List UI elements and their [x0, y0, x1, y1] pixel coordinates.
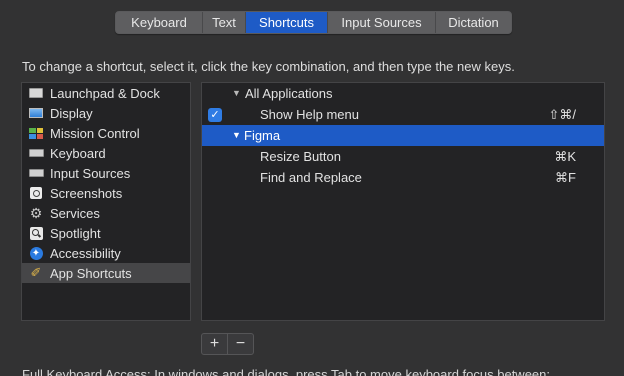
shortcut-label: Resize Button	[260, 149, 341, 164]
category-label: Launchpad & Dock	[50, 85, 160, 101]
shortcut-keys[interactable]: ⇧⌘/	[548, 104, 576, 125]
group-label: All Applications	[245, 86, 333, 101]
add-shortcut-button[interactable]: +	[202, 334, 227, 354]
category-label: Input Sources	[50, 165, 131, 181]
disclosure-triangle-icon[interactable]: ▼	[232, 83, 241, 104]
screenshot-icon	[28, 186, 44, 200]
tab-text[interactable]: Text	[202, 12, 245, 33]
category-item-keyboard[interactable]: Keyboard	[22, 143, 190, 163]
tab-dictation[interactable]: Dictation	[435, 12, 511, 33]
keyboard-preferences-pane: Keyboard Text Shortcuts Input Sources Di…	[0, 0, 624, 376]
enabled-checkbox[interactable]: ✓	[208, 108, 222, 122]
gear-icon: ⚙	[29, 205, 43, 221]
category-item-accessibility[interactable]: ✦ Accessibility	[22, 243, 190, 263]
category-label: Services	[50, 205, 100, 221]
input-sources-icon	[28, 166, 44, 180]
shortcut-row-show-help-menu[interactable]: ✓ Show Help menu ⇧⌘/	[202, 104, 604, 125]
category-list[interactable]: Launchpad & Dock Display Mission Control…	[21, 82, 191, 321]
category-item-screenshots[interactable]: Screenshots	[22, 183, 190, 203]
category-label: Mission Control	[50, 125, 140, 141]
category-item-display[interactable]: Display	[22, 103, 190, 123]
shortcut-group-all-applications[interactable]: ▼ All Applications	[202, 83, 604, 104]
app-shortcuts-icon: ✐	[30, 265, 42, 280]
category-label: Spotlight	[50, 225, 101, 241]
accessibility-icon: ✦	[28, 246, 44, 260]
category-label: Screenshots	[50, 185, 123, 201]
category-item-mission-control[interactable]: Mission Control	[22, 123, 190, 143]
full-keyboard-access-text: Full Keyboard Access: In windows and dia…	[22, 367, 550, 376]
tab-keyboard[interactable]: Keyboard	[116, 12, 202, 33]
category-label: Accessibility	[50, 245, 121, 261]
display-icon	[28, 106, 44, 120]
category-label: App Shortcuts	[50, 265, 132, 281]
keyboard-icon	[28, 146, 44, 160]
shortcut-keys[interactable]: ⌘K	[554, 146, 576, 167]
shortcut-row-find-and-replace[interactable]: Find and Replace ⌘F	[202, 167, 604, 188]
shortcut-label: Show Help menu	[260, 107, 359, 122]
tab-shortcuts[interactable]: Shortcuts	[245, 12, 327, 33]
mission-control-icon	[28, 126, 44, 140]
spotlight-icon	[28, 226, 44, 240]
shortcut-list[interactable]: ▼ All Applications ✓ Show Help menu ⇧⌘/ …	[201, 82, 605, 321]
tab-bar: Keyboard Text Shortcuts Input Sources Di…	[115, 11, 512, 34]
category-label: Keyboard	[50, 145, 106, 161]
category-label: Display	[50, 105, 93, 121]
shortcut-row-resize-button[interactable]: Resize Button ⌘K	[202, 146, 604, 167]
group-label: Figma	[244, 128, 281, 143]
disclosure-triangle-icon[interactable]: ▼	[232, 125, 241, 146]
shortcut-label: Find and Replace	[260, 170, 362, 185]
tab-input-sources[interactable]: Input Sources	[327, 12, 435, 33]
remove-shortcut-button[interactable]: −	[227, 334, 253, 354]
category-item-launchpad-dock[interactable]: Launchpad & Dock	[22, 83, 190, 103]
instruction-text: To change a shortcut, select it, click t…	[22, 59, 515, 74]
shortcut-group-figma[interactable]: ▼ Figma	[202, 125, 604, 146]
category-item-app-shortcuts[interactable]: ✐ App Shortcuts	[22, 263, 190, 283]
category-item-services[interactable]: ⚙ Services	[22, 203, 190, 223]
launchpad-icon	[28, 86, 44, 100]
add-remove-control: + −	[201, 333, 254, 355]
category-item-input-sources[interactable]: Input Sources	[22, 163, 190, 183]
category-item-spotlight[interactable]: Spotlight	[22, 223, 190, 243]
shortcut-keys[interactable]: ⌘F	[555, 167, 576, 188]
